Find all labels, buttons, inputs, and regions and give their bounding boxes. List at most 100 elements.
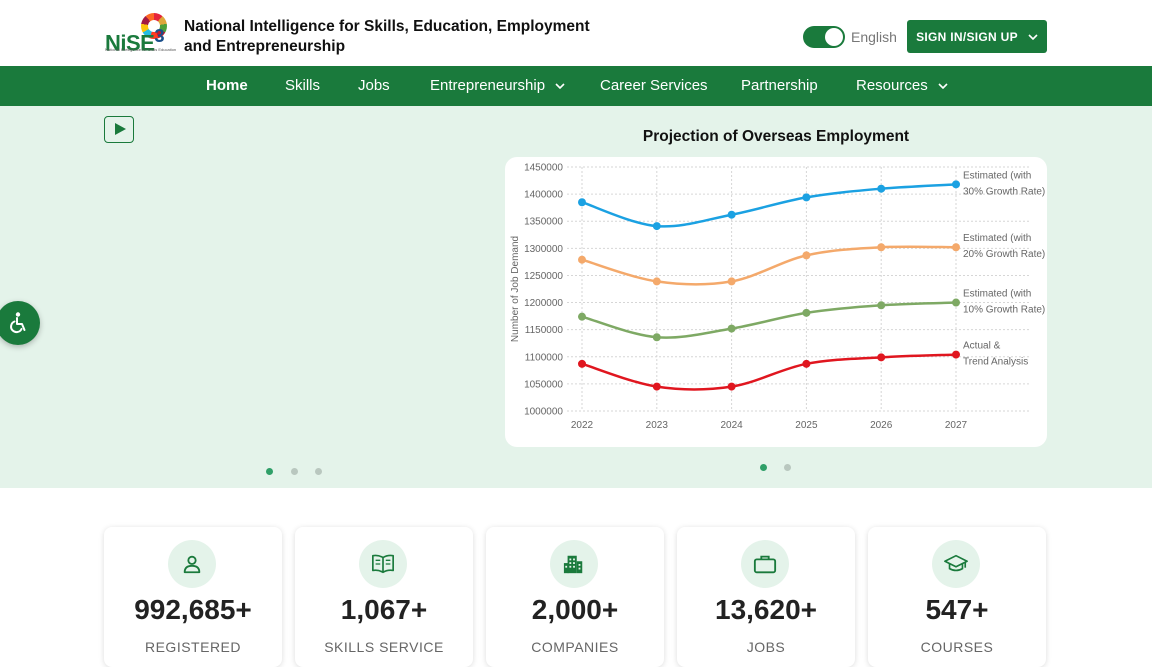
series-0-point-3 (802, 193, 811, 202)
nav-resources[interactable]: Resources (856, 66, 948, 106)
series-label-0: Estimated (with (963, 170, 1031, 181)
stat-value: 1,067+ (340, 594, 428, 625)
stat-value: 2,000+ (531, 594, 619, 625)
series-2-point-2 (727, 324, 736, 333)
y-tick-label: 1150000 (525, 325, 564, 336)
nav-jobs-label: Jobs (358, 77, 390, 94)
stat-card-companies[interactable]: 2,000+ COMPANIES (486, 527, 664, 667)
nav-partnership[interactable]: Partnership (741, 66, 818, 106)
stat-label: JOBS (746, 639, 786, 655)
y-tick-label: 1250000 (524, 271, 563, 282)
series-3-point-1 (652, 382, 661, 391)
series-2-point-4 (877, 301, 886, 310)
stat-value: 13,620+ (715, 594, 817, 625)
graduation-cap-icon (944, 554, 968, 572)
signin-label: SIGN IN/SIGN UP (916, 29, 1018, 44)
nav-partnership-label: Partnership (741, 77, 818, 94)
series-label-1: 20% Growth Rate) (963, 249, 1045, 260)
right-carousel-dot-2[interactable] (784, 464, 791, 471)
y-tick-label: 1400000 (524, 190, 563, 201)
series-2-point-0 (578, 312, 586, 321)
y-tick-label: 1000000 (524, 407, 563, 418)
language-label: English (851, 29, 897, 45)
site-header: NiSE3 National Intelligence for Skills E… (0, 0, 1152, 66)
chevron-down-icon (1028, 33, 1038, 40)
x-tick-label: 2026 (870, 420, 893, 431)
series-3-point-3 (802, 359, 811, 368)
series-0-point-2 (727, 210, 736, 219)
stat-card-skills-service[interactable]: 1,067+ SKILLS SERVICE (295, 527, 473, 667)
series-label-3: Actual & (963, 341, 1001, 352)
series-1-point-2 (727, 277, 736, 286)
person-icon (183, 555, 201, 574)
y-tick-label: 1050000 (524, 379, 563, 390)
nav-jobs[interactable]: Jobs (358, 66, 390, 106)
site-title: National Intelligence for Skills, Educat… (184, 17, 604, 57)
logo-superscript: 3 (154, 25, 165, 46)
site-title-line2: and Entrepreneurship (184, 38, 346, 55)
left-carousel-dot-3[interactable] (315, 468, 322, 475)
series-0-point-5 (952, 180, 960, 189)
series-2-point-5 (952, 298, 960, 307)
series-1-point-3 (802, 251, 811, 260)
chart-title: Projection of Overseas Employment (642, 128, 910, 145)
series-1-point-0 (578, 255, 586, 264)
x-tick-label: 2027 (945, 420, 968, 431)
overseas-employment-chart: 1000000 1050000 1100000 1150000 1200000 12500… (510, 163, 1045, 432)
main-nav: Home Skills Jobs Entrepreneurship Career… (0, 66, 1152, 106)
nav-home[interactable]: Home (206, 66, 248, 106)
x-tick-label: 2023 (646, 420, 669, 431)
nav-resources-label: Resources (856, 77, 928, 94)
series-0-point-0 (578, 198, 586, 207)
stat-card-courses[interactable]: 547+ COURSES (868, 527, 1046, 667)
briefcase-icon (753, 555, 777, 574)
series-3-point-0 (578, 359, 586, 368)
series-line-0 (581, 183, 957, 228)
left-carousel-dot-1[interactable] (266, 468, 273, 475)
right-carousel-dot-1[interactable] (760, 464, 767, 471)
stat-label: COURSES (920, 639, 994, 655)
series-0-point-4 (877, 184, 886, 193)
y-axis-label: Number of Job Demand (510, 236, 521, 342)
chevron-down-icon (555, 83, 565, 90)
series-3-point-2 (727, 382, 736, 391)
play-icon (115, 123, 126, 135)
stat-value: 992,685+ (134, 594, 252, 625)
stat-label: COMPANIES (531, 639, 619, 655)
series-line-1 (581, 245, 957, 286)
stat-card-jobs[interactable]: 13,620+ JOBS (677, 527, 855, 667)
x-tick-label: 2025 (795, 420, 818, 431)
signin-signup-button[interactable]: SIGN IN/SIGN UP (907, 20, 1047, 53)
series-2-point-3 (802, 308, 811, 317)
y-tick-label: 1450000 (524, 163, 563, 174)
series-label-3: Trend Analysis (963, 357, 1028, 368)
series-label-2: 10% Growth Rate) (963, 305, 1045, 316)
left-carousel-dot-2[interactable] (291, 468, 298, 475)
series-label-2: Estimated (with (963, 289, 1031, 300)
nav-skills[interactable]: Skills (285, 66, 320, 106)
x-tick-label: 2022 (571, 420, 594, 431)
site-title-line1: National Intelligence for Skills, Educat… (184, 18, 590, 35)
series-0-point-1 (652, 222, 661, 231)
y-tick-label: 1200000 (524, 298, 563, 309)
nise-logo[interactable]: NiSE3 National Intelligence for Skills E… (105, 13, 177, 57)
series-1-point-5 (952, 243, 960, 252)
language-toggle[interactable] (803, 26, 845, 48)
play-button[interactable] (104, 116, 134, 143)
y-tick-label: 1300000 (524, 244, 563, 255)
nav-skills-label: Skills (285, 77, 321, 94)
series-line-2 (581, 301, 957, 339)
stat-card-registered[interactable]: 992,685+ REGISTERED (104, 527, 282, 667)
stat-label: REGISTERED (144, 639, 241, 655)
nav-career-services-label: Career Services (600, 77, 708, 94)
nav-entrepreneurship-label: Entrepreneurship (430, 77, 546, 94)
nav-entrepreneurship[interactable]: Entrepreneurship (430, 66, 565, 106)
accessibility-icon (10, 312, 26, 334)
nav-career-services[interactable]: Career Services (600, 66, 708, 106)
series-1-point-4 (877, 243, 886, 252)
chevron-down-icon (938, 83, 948, 90)
stat-value: 547+ (925, 594, 989, 625)
y-tick-label: 1100000 (525, 352, 564, 363)
y-tick-label: 1350000 (524, 217, 563, 228)
series-3-point-4 (877, 353, 886, 362)
